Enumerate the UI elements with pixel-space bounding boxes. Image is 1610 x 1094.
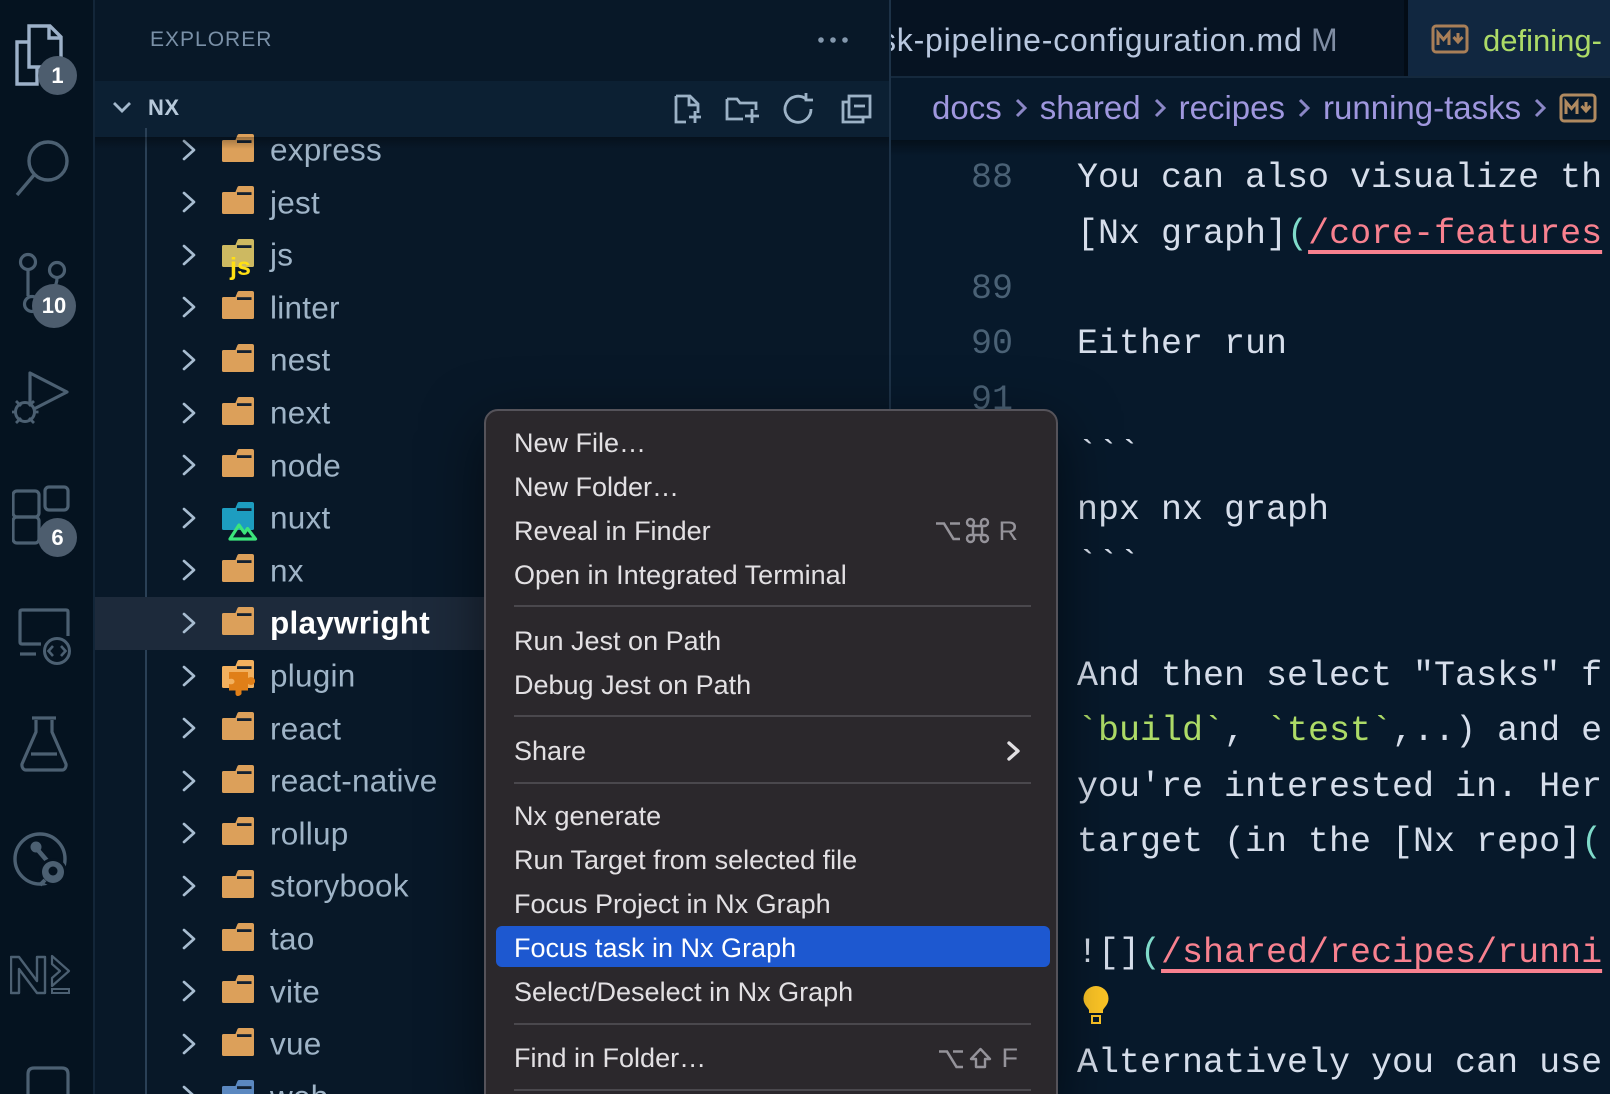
svg-text:js: js bbox=[229, 253, 251, 281]
